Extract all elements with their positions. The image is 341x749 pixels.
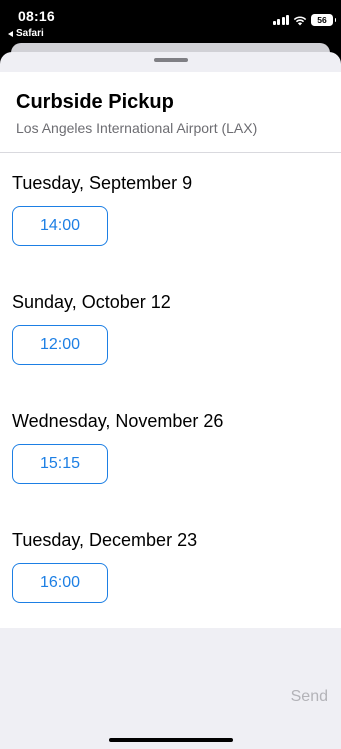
back-to-app-link[interactable]: Safari (8, 28, 44, 39)
home-indicator[interactable] (109, 738, 233, 742)
day-label: Wednesday, November 26 (12, 411, 224, 431)
time-slot-button[interactable]: 14:00 (12, 206, 108, 246)
pickup-slots-list: Tuesday, September 9 14:00 Sunday, Octob… (0, 153, 341, 628)
time-slot-button[interactable]: 16:00 (12, 563, 108, 603)
phone-screen: 08:16 Safari 56 Curbside Pickup Los Ange… (0, 0, 341, 749)
sheet-header: Curbside Pickup Los Angeles Internationa… (0, 72, 341, 153)
status-time: 08:16 (18, 8, 55, 24)
battery-icon: 56 (311, 14, 336, 26)
day-label: Tuesday, September 9 (12, 173, 193, 193)
sheet-grabber-handle[interactable] (154, 58, 188, 62)
wifi-icon (293, 15, 307, 26)
send-button[interactable]: Send (291, 688, 328, 706)
cellular-signal-icon (272, 15, 289, 25)
day-label: Tuesday, December 23 (12, 530, 198, 550)
back-app-label: Safari (16, 28, 44, 39)
back-arrow-icon (8, 30, 13, 37)
status-indicators: 56 (272, 14, 336, 26)
bottom-sheet: Curbside Pickup Los Angeles Internationa… (0, 52, 341, 749)
time-slot-button[interactable]: 15:15 (12, 444, 108, 484)
sheet-subtitle: Los Angeles International Airport (LAX) (16, 120, 258, 136)
day-label: Sunday, October 12 (12, 292, 171, 312)
sheet-title: Curbside Pickup (16, 91, 174, 113)
status-bar: 08:16 Safari 56 (0, 0, 341, 44)
time-slot-button[interactable]: 12:00 (12, 325, 108, 365)
